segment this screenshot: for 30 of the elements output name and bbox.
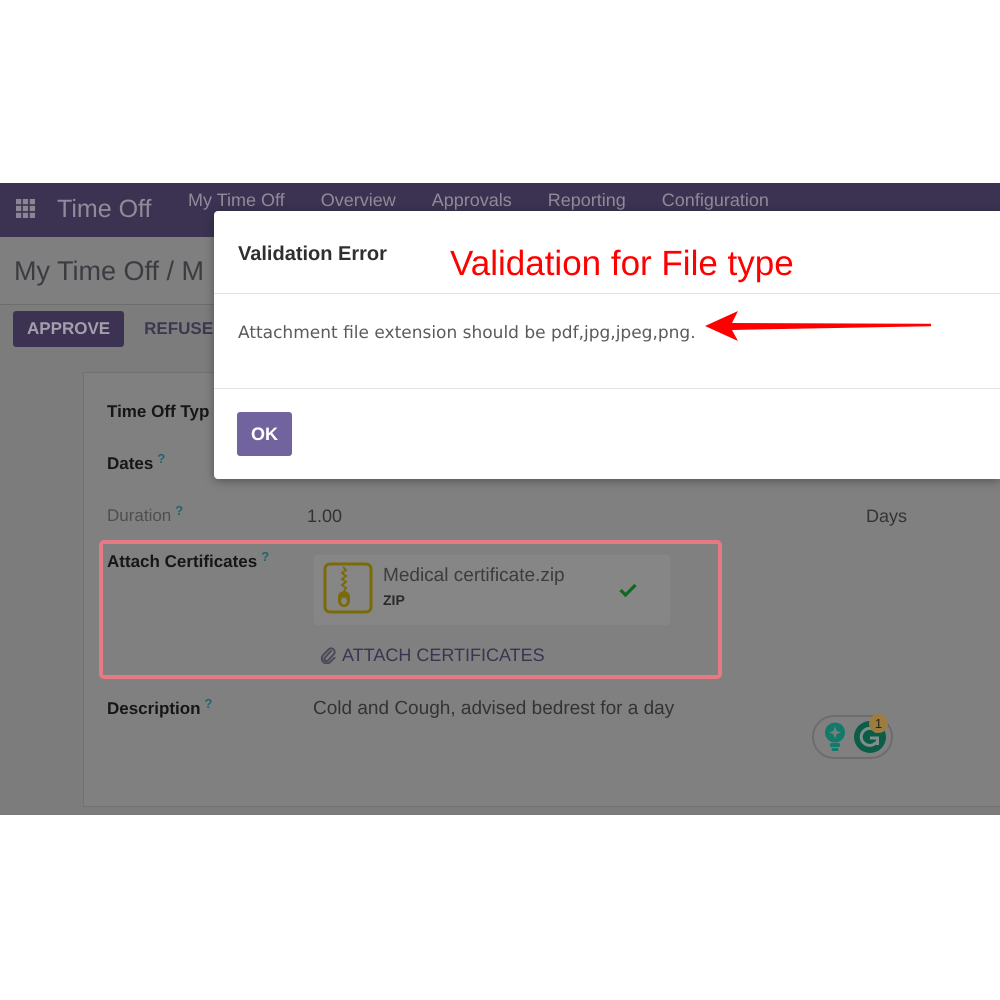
file-name: Medical certificate.zip xyxy=(383,564,565,588)
field-value: 1.00 xyxy=(307,505,342,528)
ok-button[interactable]: OK xyxy=(237,412,292,456)
attach-link[interactable]: ATTACH CERTIFICATES xyxy=(320,643,545,667)
field-label: Time Off Typ xyxy=(107,402,210,421)
app-grid-icon[interactable] xyxy=(16,199,35,218)
notification-badge: 1 xyxy=(869,714,888,733)
file-type: ZIP xyxy=(383,591,405,609)
nav-menu-item[interactable]: Approvals xyxy=(432,190,512,210)
zip-file-icon xyxy=(323,562,373,614)
attachment-card[interactable]: Medical certificate.zip ZIP xyxy=(314,555,670,625)
assistant-widget[interactable]: 1 xyxy=(812,715,893,759)
dialog-title: Validation Error xyxy=(238,242,387,266)
paperclip-icon xyxy=(320,646,336,664)
field-label: Attach Certificates xyxy=(107,552,258,571)
action-button[interactable]: REFUSE xyxy=(130,311,214,347)
app-title: Time Off xyxy=(57,195,152,223)
action-button[interactable]: APPROVE xyxy=(13,311,124,347)
field-label: Dates xyxy=(107,454,154,473)
dialog-message: Attachment file extension should be pdf,jpg,jpeg,png. xyxy=(238,323,696,343)
nav-menu-item[interactable]: Reporting xyxy=(548,190,626,210)
lightbulb-icon[interactable] xyxy=(824,722,846,752)
nav-menu-item[interactable]: Overview xyxy=(320,190,396,210)
nav-menu-item[interactable]: Configuration xyxy=(662,190,769,210)
nav-menu-item[interactable]: My Time Off xyxy=(188,190,285,210)
breadcrumb[interactable]: My Time Off / M xyxy=(14,254,204,286)
field-unit: Days xyxy=(866,505,908,528)
annotation-label: Validation for File type xyxy=(450,245,794,283)
field-value: Cold and Cough, advised bedrest for a day xyxy=(313,697,674,721)
field-label: Description xyxy=(107,699,201,718)
